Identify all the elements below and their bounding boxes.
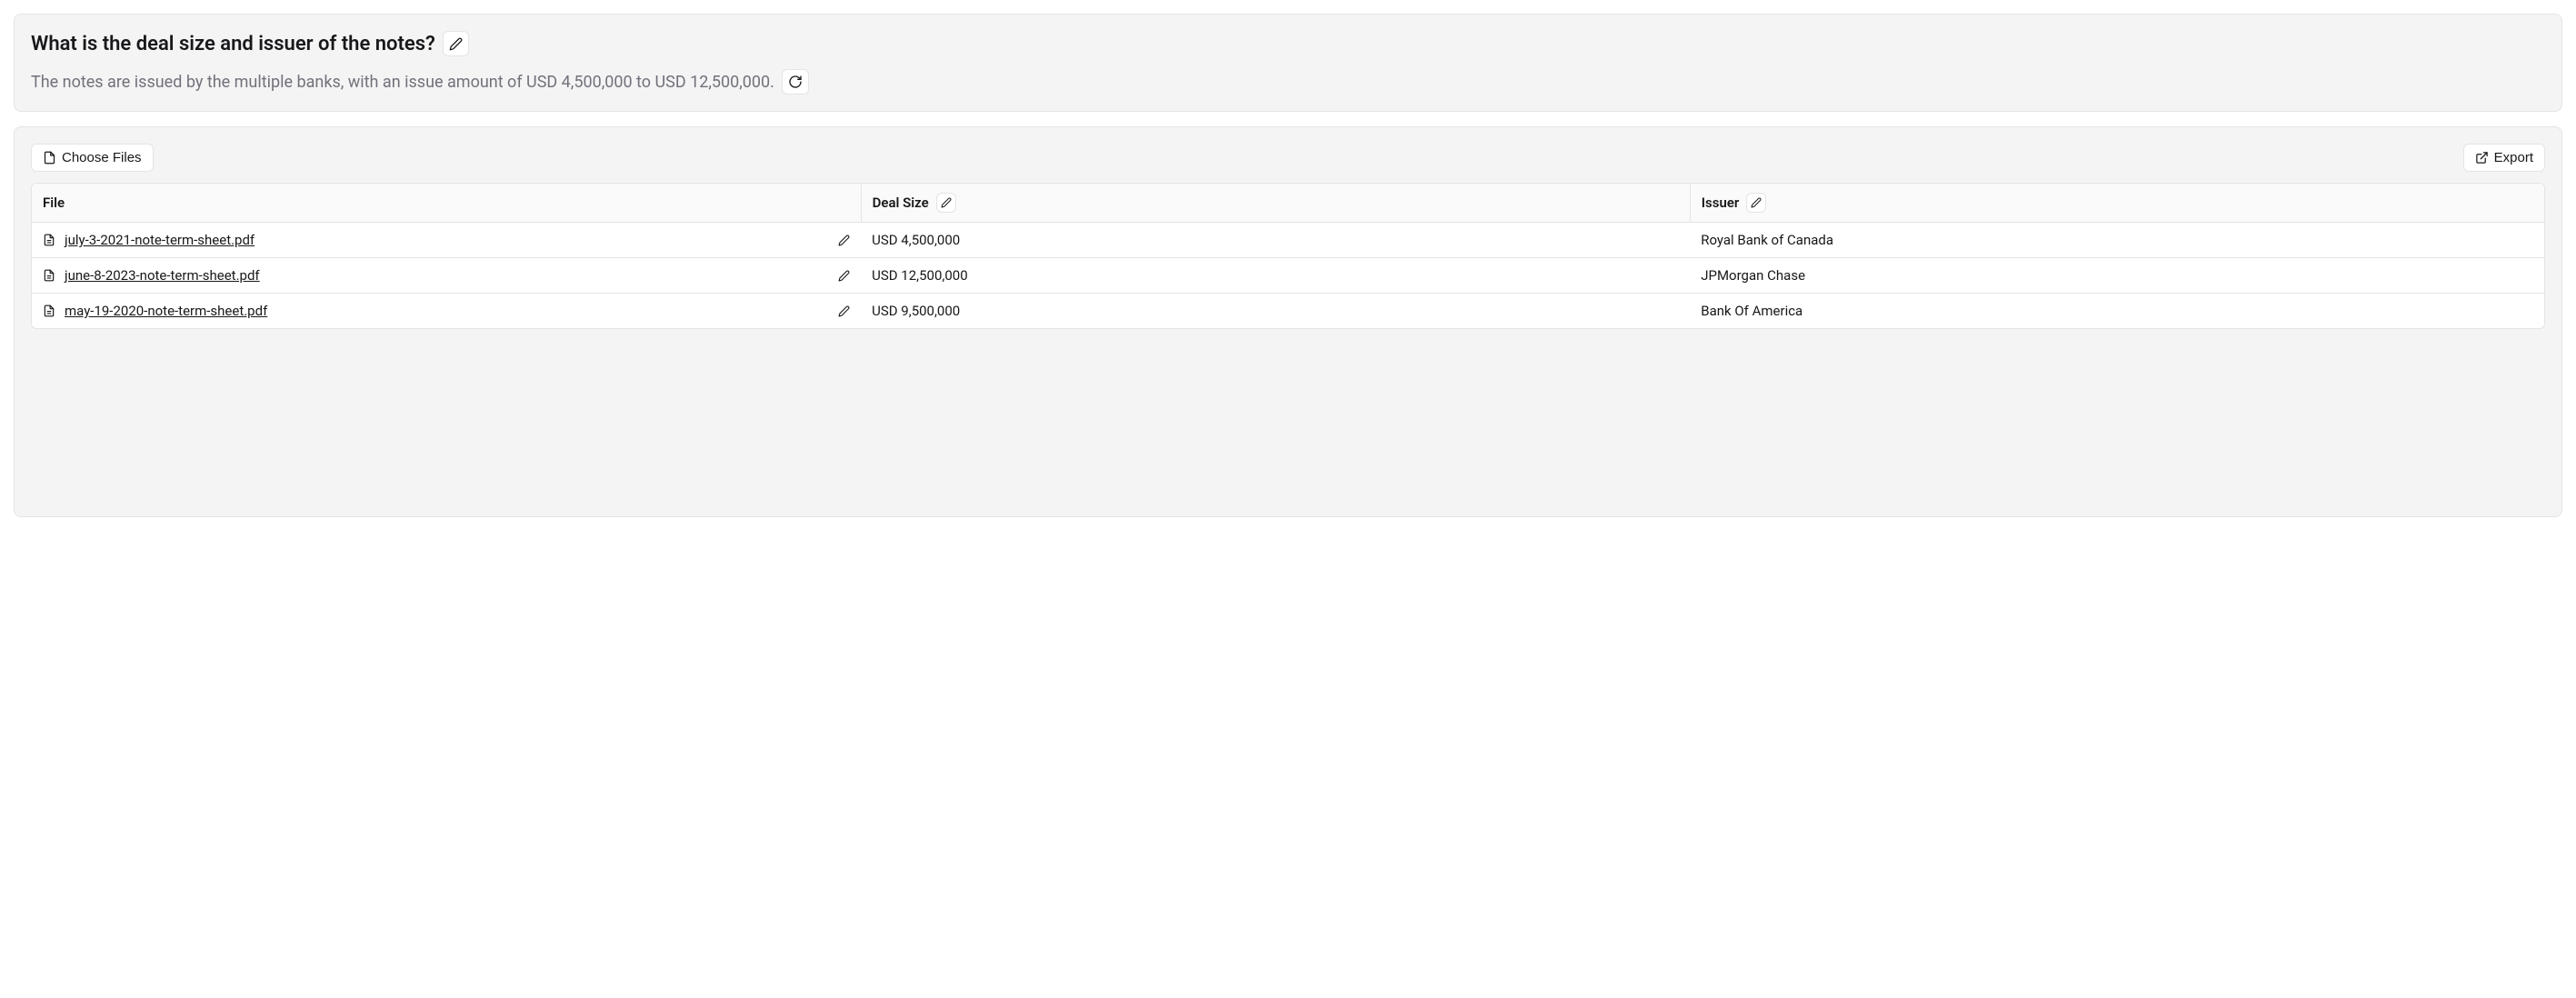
document-icon [43, 304, 55, 317]
issuer-cell: Bank Of America [1690, 294, 2544, 329]
question-row: What is the deal size and issuer of the … [31, 31, 2545, 56]
qa-card: What is the deal size and issuer of the … [14, 14, 2562, 112]
edit-icon [1751, 197, 1762, 208]
issuer-cell: Royal Bank of Canada [1690, 223, 2544, 258]
choose-files-button[interactable]: Choose Files [31, 144, 154, 172]
header-issuer-label: Issuer [1702, 195, 1740, 211]
header-file-label: File [43, 195, 65, 211]
file-link[interactable]: may-19-2020-note-term-sheet.pdf [65, 303, 267, 319]
table-row: may-19-2020-note-term-sheet.pdf USD 9,500… [32, 294, 2544, 329]
deal-size-cell: USD 12,500,000 [861, 258, 1690, 294]
table-row: july-3-2021-note-term-sheet.pdf USD 4,500… [32, 223, 2544, 258]
table-card: Choose Files Export File [14, 126, 2562, 517]
edit-question-button[interactable] [443, 31, 469, 56]
deal-size-cell: USD 4,500,000 [861, 223, 1690, 258]
document-icon [43, 234, 55, 246]
refresh-icon [788, 75, 803, 89]
export-label: Export [2494, 150, 2533, 165]
data-table: File Deal Size [32, 184, 2544, 328]
file-link[interactable]: june-8-2023-note-term-sheet.pdf [65, 267, 260, 284]
choose-files-label: Choose Files [62, 150, 142, 165]
table-toolbar: Choose Files Export [31, 144, 2545, 172]
export-icon [2475, 151, 2489, 165]
edit-issuer-column-button[interactable] [1746, 193, 1766, 213]
file-cell: june-8-2023-note-term-sheet.pdf [32, 258, 861, 294]
header-deal-size: Deal Size [861, 184, 1690, 223]
answer-row: The notes are issued by the multiple ban… [31, 69, 2545, 95]
data-table-wrap: File Deal Size [31, 183, 2545, 329]
deal-size-cell: USD 9,500,000 [861, 294, 1690, 329]
export-button[interactable]: Export [2463, 144, 2545, 172]
file-cell: may-19-2020-note-term-sheet.pdf [32, 294, 861, 329]
edit-row-button[interactable] [838, 305, 850, 317]
table-row: june-8-2023-note-term-sheet.pdf USD 12,50… [32, 258, 2544, 294]
edit-icon [838, 235, 850, 246]
edit-icon [838, 305, 850, 317]
edit-deal-size-column-button[interactable] [936, 193, 956, 213]
header-deal-size-label: Deal Size [873, 195, 929, 211]
question-text: What is the deal size and issuer of the … [31, 33, 435, 55]
edit-icon [449, 37, 463, 51]
document-icon [43, 269, 55, 282]
issuer-cell: JPMorgan Chase [1690, 258, 2544, 294]
refresh-answer-button[interactable] [782, 69, 809, 95]
edit-row-button[interactable] [838, 235, 850, 246]
file-cell: july-3-2021-note-term-sheet.pdf [32, 223, 861, 258]
answer-text: The notes are issued by the multiple ban… [31, 73, 774, 92]
edit-row-button[interactable] [838, 270, 850, 282]
file-icon [43, 151, 56, 165]
edit-icon [838, 270, 850, 282]
header-issuer: Issuer [1690, 184, 2544, 223]
file-link[interactable]: july-3-2021-note-term-sheet.pdf [65, 232, 255, 248]
edit-icon [941, 197, 952, 208]
header-file: File [32, 184, 861, 223]
